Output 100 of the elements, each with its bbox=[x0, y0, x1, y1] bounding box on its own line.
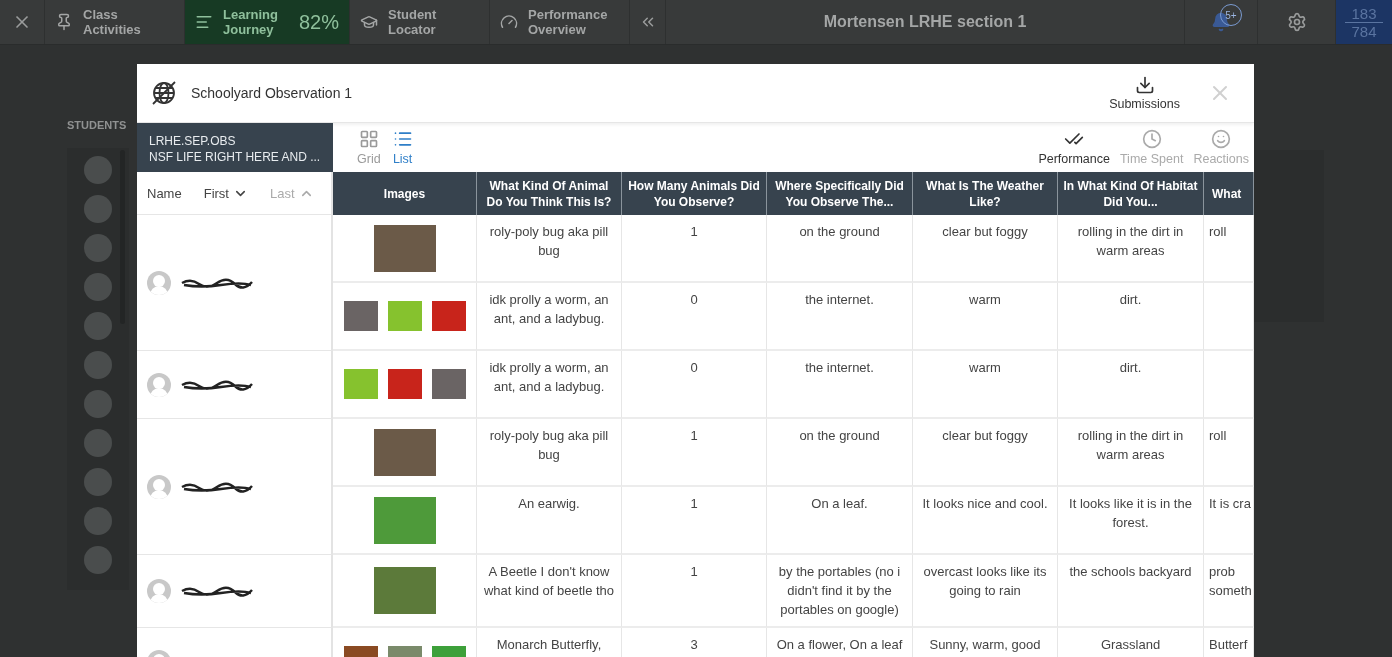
answer-cell: roll bbox=[1204, 419, 1254, 487]
column-header: What Kind Of Animal Do You Think This Is? bbox=[477, 172, 622, 215]
column-header: What bbox=[1204, 172, 1254, 215]
column-header: How Many Animals Did You Observe? bbox=[622, 172, 767, 215]
view-toggle[interactable]: List bbox=[386, 129, 419, 166]
view-toggle[interactable]: Grid bbox=[351, 129, 387, 166]
answer-cell: On a leaf. bbox=[767, 487, 913, 555]
avatar-icon bbox=[147, 270, 171, 295]
avatar-icon bbox=[84, 156, 112, 184]
globe-off-icon bbox=[151, 80, 177, 106]
answer-cell: A Beetle I don't know what kind of beetle tho bbox=[477, 555, 622, 628]
redaction-scribble bbox=[181, 584, 253, 598]
score-earned: 183 bbox=[1345, 4, 1383, 23]
answer-cell: Butterf bbox=[1204, 628, 1254, 657]
photo-placeholder[interactable] bbox=[373, 428, 436, 476]
answer-cell: It looks nice and cool. bbox=[913, 487, 1058, 555]
metric-tab[interactable]: Performance bbox=[1033, 129, 1115, 166]
answer-cell: clear but foggy bbox=[913, 215, 1058, 283]
photo-placeholder[interactable] bbox=[431, 301, 466, 331]
nav-tab-label: Class Activities bbox=[83, 7, 142, 37]
answer-cell: the internet. bbox=[767, 351, 913, 419]
avatar-icon bbox=[84, 351, 112, 379]
answer-cell: dirt. bbox=[1058, 283, 1204, 351]
answer-cell: On a flower, On a leaf bbox=[767, 628, 913, 657]
clock-icon bbox=[1141, 129, 1162, 149]
answer-cell: 0 bbox=[622, 351, 767, 419]
answer-cell: Sunny, warm, good bbox=[913, 628, 1058, 657]
avatar-icon bbox=[84, 507, 112, 535]
download-icon bbox=[1134, 75, 1155, 95]
settings-icon bbox=[1286, 12, 1307, 32]
answer-cell: It is cra bbox=[1204, 487, 1254, 555]
answer-cell: on the ground bbox=[767, 215, 913, 283]
column-header: What Is The Weather Like? bbox=[913, 172, 1058, 215]
answer-cell: Monarch Butterfly, bbox=[477, 628, 622, 657]
answer-cell: the internet. bbox=[767, 283, 913, 351]
column-header: In What Kind Of Habitat Did You... bbox=[1058, 172, 1204, 215]
avatar-icon bbox=[84, 390, 112, 418]
smiley-icon bbox=[1211, 129, 1232, 149]
avatar-icon bbox=[84, 312, 112, 340]
answer-cell: the schools backyard bbox=[1058, 555, 1204, 628]
graduation-cap-icon bbox=[360, 13, 378, 31]
lines-icon bbox=[195, 13, 213, 31]
answer-cell: on the ground bbox=[767, 419, 913, 487]
progress-percent: 82% bbox=[298, 10, 339, 34]
submissions-button[interactable]: Submissions bbox=[1109, 75, 1180, 111]
empty-cell bbox=[1204, 351, 1254, 419]
answer-cell: warm bbox=[913, 351, 1058, 419]
answer-cell: roly-poly bug aka pill bug bbox=[477, 215, 622, 283]
metric-tab[interactable]: Time Spent bbox=[1114, 129, 1189, 166]
answer-cell: It looks like it is in the forest. bbox=[1058, 487, 1204, 555]
grid-icon bbox=[358, 129, 379, 149]
nav-tab-label: Learning Journey bbox=[223, 7, 279, 37]
photo-placeholder[interactable] bbox=[343, 301, 378, 331]
answer-cell: warm bbox=[913, 283, 1058, 351]
photo-placeholder[interactable] bbox=[431, 369, 466, 399]
nav-tab[interactable]: Performance Overview bbox=[490, 0, 630, 44]
answer-cell: dirt. bbox=[1058, 351, 1204, 419]
score-total: 784 bbox=[1350, 22, 1378, 40]
avatar-icon bbox=[147, 372, 171, 397]
avatar-icon bbox=[147, 579, 171, 603]
avatar-icon bbox=[84, 234, 112, 262]
answer-cell: rolling in the dirt in warm areas bbox=[1058, 419, 1204, 487]
answer-cell: 1 bbox=[622, 215, 767, 283]
class-title: Mortensen LRHE section 1 bbox=[823, 13, 1027, 31]
redaction-scribble bbox=[181, 377, 253, 392]
avatar-icon bbox=[84, 195, 112, 223]
photo-placeholder[interactable] bbox=[373, 224, 436, 272]
answer-cell: prob someth bbox=[1204, 555, 1254, 628]
empty-cell bbox=[1204, 283, 1254, 351]
avatar-icon bbox=[147, 474, 171, 499]
avatar-icon bbox=[84, 429, 112, 457]
answer-cell: roll bbox=[1204, 215, 1254, 283]
nav-tab[interactable]: Learning Journey 82% bbox=[185, 0, 350, 44]
answer-cell: clear but foggy bbox=[913, 419, 1058, 487]
course-name: NSF LIFE RIGHT HERE AND ... bbox=[149, 150, 321, 165]
dialog-title: Schoolyard Observation 1 bbox=[191, 85, 354, 101]
course-code: LRHE.SEP.OBS bbox=[149, 134, 237, 149]
sort-option[interactable]: Last bbox=[269, 185, 314, 201]
pin-icon bbox=[55, 13, 73, 31]
answer-cell: by the portables (no i didn't find it by the portables on google) bbox=[767, 555, 913, 628]
notifications-button[interactable]: 5+ bbox=[1185, 0, 1258, 44]
nav-tab[interactable]: Student Locator bbox=[350, 0, 490, 44]
column-header: Images bbox=[333, 172, 477, 215]
nav-tab-label: Student Locator bbox=[388, 7, 438, 37]
metric-tab[interactable]: Reactions bbox=[1188, 129, 1254, 166]
column-header: Where Specifically Did You Observe The... bbox=[767, 172, 913, 215]
answer-cell: idk prolly a worm, an ant, and a ladybug. bbox=[477, 351, 622, 419]
sort-label: Name bbox=[147, 185, 182, 201]
answer-cell: An earwig. bbox=[477, 487, 622, 555]
avatar-icon bbox=[84, 546, 112, 574]
sort-option[interactable]: First bbox=[203, 185, 248, 201]
redaction-scribble bbox=[181, 479, 253, 494]
photo-placeholder[interactable] bbox=[387, 369, 422, 399]
gauge-icon bbox=[500, 13, 518, 31]
answer-cell: roly-poly bug aka pill bug bbox=[477, 419, 622, 487]
avatar-icon bbox=[84, 273, 112, 301]
photo-placeholder[interactable] bbox=[373, 496, 436, 544]
answer-cell: Grassland bbox=[1058, 628, 1204, 657]
nav-tab-label: Performance Overview bbox=[528, 7, 609, 37]
answer-cell: 1 bbox=[622, 487, 767, 555]
